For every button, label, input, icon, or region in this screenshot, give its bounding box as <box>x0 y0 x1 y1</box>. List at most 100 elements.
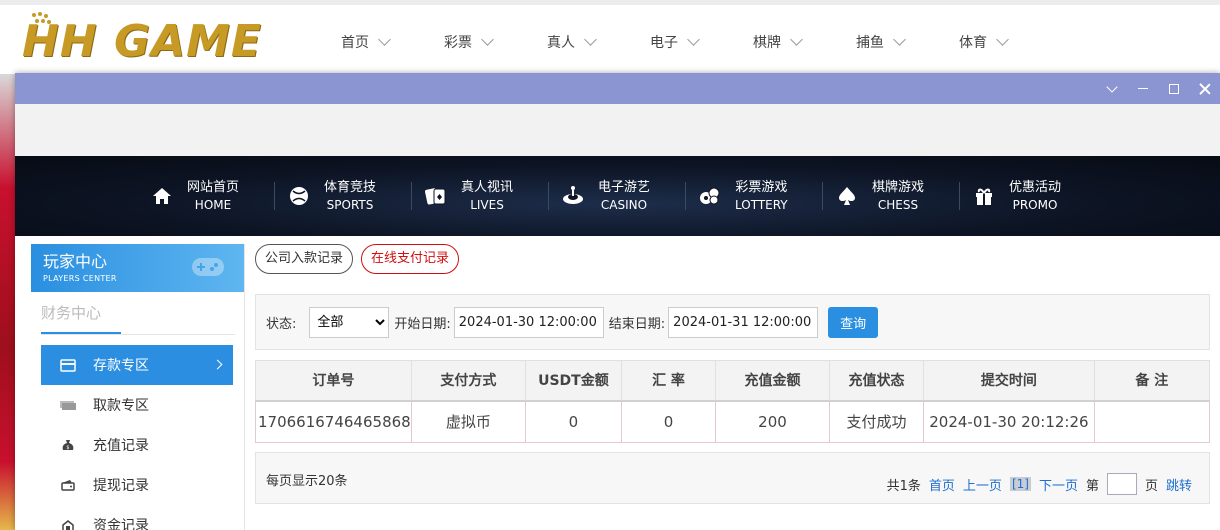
main-nav-sublabel: CHESS <box>877 198 919 212</box>
main-nav-casino[interactable]: 电子游艺 CASINO <box>548 176 685 216</box>
divider <box>41 334 235 335</box>
logo-text: HH GAME <box>22 16 262 67</box>
prev-page-link[interactable]: 上一页 <box>963 475 1002 494</box>
jump-link[interactable]: 跳转 <box>1166 475 1192 494</box>
chevron-down-icon <box>790 33 803 46</box>
minimize-button[interactable] <box>1127 73 1158 104</box>
chevron-down-icon <box>1105 80 1118 93</box>
main-nav-label: 棋牌游戏 <box>872 180 925 195</box>
players-center-header: 玩家中心 PLAYERS CENTER <box>31 244 244 292</box>
record-tabs: 公司入款记录 在线支付记录 <box>255 244 1210 274</box>
status-select[interactable]: 全部 <box>309 306 390 338</box>
tab-online-payment-records[interactable]: 在线支付记录 <box>361 244 460 274</box>
main-nav-sublabel: LOTTERY <box>735 198 788 212</box>
home-icon <box>149 183 175 209</box>
page-number-input[interactable] <box>1106 473 1137 495</box>
main-nav: 网站首页 HOME 体育竞技 SPORTS 真人视讯 LIVES 电子游艺 CASINO… <box>15 156 1220 236</box>
start-date-input[interactable] <box>453 306 604 338</box>
query-button[interactable]: 查询 <box>828 306 879 338</box>
sidebar-item-recharge-records[interactable]: $ 充值记录 <box>41 425 233 465</box>
lottery-balls-icon <box>697 183 723 209</box>
collapse-button[interactable] <box>1096 73 1127 104</box>
main-nav-sublabel: SPORTS <box>326 198 374 212</box>
filter-bar: 状态: 全部 开始日期: 结束日期: 查询 <box>255 294 1210 350</box>
logo[interactable]: HH GAME <box>22 11 287 73</box>
start-date-label: 开始日期: <box>394 316 451 332</box>
main-nav-label: 电子游艺 <box>598 180 651 195</box>
top-nav-label: 彩票 <box>444 35 472 51</box>
top-nav-label: 首页 <box>341 35 369 51</box>
top-nav-home[interactable]: 首页 <box>325 32 428 52</box>
top-nav-label: 电子 <box>650 35 678 51</box>
chevron-right-icon <box>212 359 223 370</box>
finance-center-title: 财务中心 <box>31 292 244 334</box>
tab-company-deposit-records[interactable]: 公司入款记录 <box>255 244 354 274</box>
main-nav-lives[interactable]: 真人视讯 LIVES <box>411 176 548 216</box>
top-nav-sports[interactable]: 体育 <box>943 32 1046 52</box>
page: HH GAME 首页 彩票 真人 电子 棋牌 捕鱼 体育 网站首页 HOME 体… <box>0 0 1220 530</box>
top-nav-live[interactable]: 真人 <box>531 32 634 52</box>
remark-cell <box>1093 400 1211 443</box>
top-nav-lottery[interactable]: 彩票 <box>428 32 531 52</box>
modal-blank-area <box>15 104 1220 156</box>
modal-titlebar[interactable] <box>15 73 1220 104</box>
top-nav-electronic[interactable]: 电子 <box>634 32 737 52</box>
top-nav-label: 棋牌 <box>753 35 781 51</box>
column-header: 充值状态 <box>828 360 925 402</box>
coins-icon <box>59 518 77 530</box>
site-header: HH GAME 首页 彩票 真人 电子 棋牌 捕鱼 体育 <box>0 0 1220 74</box>
top-nav-label: 真人 <box>547 35 575 51</box>
slot-icon <box>560 183 586 209</box>
page-prefix: 第 <box>1085 478 1099 494</box>
column-header: 提交时间 <box>923 360 1095 402</box>
wallet-icon <box>59 478 77 492</box>
column-header: 汇 率 <box>620 360 717 402</box>
main-nav-lottery[interactable]: 彩票游戏 LOTTERY <box>685 176 822 216</box>
end-date-input[interactable] <box>668 306 819 338</box>
main-nav-sports[interactable]: 体育竞技 SPORTS <box>274 176 411 216</box>
chevron-down-icon <box>893 33 906 46</box>
ball-icon <box>286 183 312 209</box>
column-header: USDT金额 <box>525 360 622 402</box>
chevron-down-icon <box>996 33 1009 46</box>
main-nav-label: 彩票游戏 <box>735 180 788 195</box>
main-nav-home[interactable]: 网站首页 HOME <box>137 176 274 216</box>
next-page-link[interactable]: 下一页 <box>1039 475 1078 494</box>
per-page-text: 每页显示20条 <box>266 474 348 489</box>
column-header: 支付方式 <box>410 360 527 402</box>
main-nav-sublabel: CASINO <box>600 198 648 212</box>
main-nav-promo[interactable]: 优惠活动 PROMO <box>959 176 1096 216</box>
window-controls <box>1096 73 1220 104</box>
top-nav-fishing[interactable]: 捕鱼 <box>840 32 943 52</box>
card-icon <box>59 358 77 372</box>
sidebar-item-label: 资金记录 <box>93 518 149 530</box>
total-count: 共1条 <box>886 478 921 494</box>
main-nav-list: 网站首页 HOME 体育竞技 SPORTS 真人视讯 LIVES 电子游艺 CASINO… <box>137 156 1096 236</box>
close-button[interactable] <box>1189 73 1220 104</box>
order-number-cell: 1706616746465868 <box>255 400 412 443</box>
maximize-icon <box>1168 83 1179 94</box>
chevron-down-icon <box>481 33 494 46</box>
first-page-link[interactable]: 首页 <box>929 475 955 494</box>
sidebar-item-withdraw-records[interactable]: 提现记录 <box>41 465 233 505</box>
usdt-amount-cell: 0 <box>525 400 622 443</box>
exchange-rate-cell: 0 <box>620 400 717 443</box>
sidebar-item-withdraw[interactable]: 取款专区 <box>41 385 233 425</box>
recharge-amount-cell: 200 <box>715 400 830 443</box>
recharge-status-cell: 支付成功 <box>828 400 925 443</box>
main-nav-label: 网站首页 <box>187 180 240 195</box>
main-nav-chess[interactable]: 棋牌游戏 CHESS <box>822 176 959 216</box>
sidebar-item-deposit[interactable]: 存款专区 <box>41 345 233 385</box>
sidebar-item-label: 存款专区 <box>93 358 149 374</box>
sidebar: 玩家中心 PLAYERS CENTER 财务中心 存款专区 取款专区 $ 充值记… <box>31 244 245 530</box>
chevron-down-icon <box>378 33 391 46</box>
pagination-bar: 每页显示20条 共1条 首页 上一页 [1] 下一页 第 页 跳转 <box>255 452 1210 504</box>
sidebar-item-fund-records[interactable]: 资金记录 <box>41 505 233 530</box>
chevron-down-icon <box>584 33 597 46</box>
current-page[interactable]: [1] <box>1009 477 1031 491</box>
status-label: 状态: <box>266 316 297 332</box>
top-nav-chess[interactable]: 棋牌 <box>737 32 840 52</box>
maximize-button[interactable] <box>1158 73 1189 104</box>
chevron-down-icon <box>687 33 700 46</box>
player-center-modal: 网站首页 HOME 体育竞技 SPORTS 真人视讯 LIVES 电子游艺 CASINO… <box>15 73 1220 530</box>
